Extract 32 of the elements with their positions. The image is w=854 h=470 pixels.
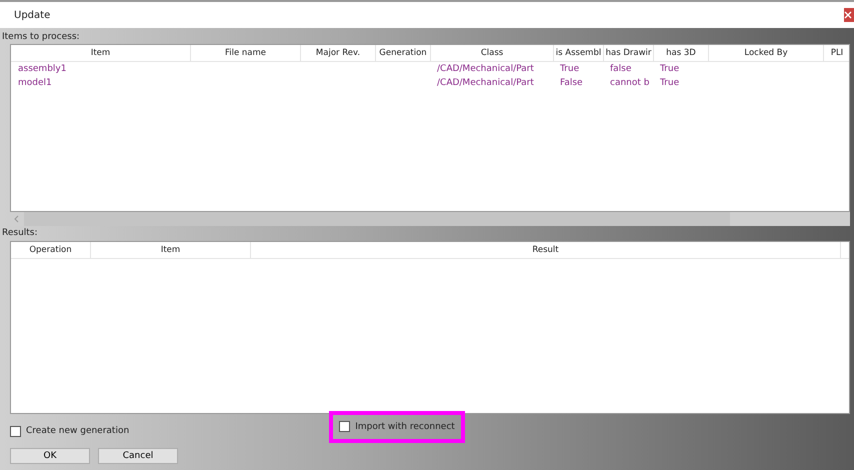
table-cell: False — [560, 78, 583, 88]
column-header[interactable]: is Assembl — [554, 45, 604, 61]
section-label: Items to process: — [2, 31, 80, 44]
column-header[interactable]: PLI — [824, 45, 849, 61]
table-cell: false — [610, 64, 632, 74]
dialog-button[interactable]: OK — [10, 448, 90, 464]
checkbox-option[interactable]: Create new generation — [10, 426, 130, 436]
table-cell: True — [660, 78, 680, 88]
table-cell: model1 — [18, 78, 52, 88]
highlighted-checkbox-option[interactable]: Import with reconnect — [329, 410, 465, 442]
table-cell: /CAD/Mechanical/Part — [437, 78, 534, 88]
scrollbar-thumb[interactable] — [24, 212, 730, 226]
column-header[interactable]: Class — [431, 45, 554, 61]
close-button[interactable] — [844, 8, 854, 22]
table-cell: /CAD/Mechanical/Part — [437, 64, 534, 74]
table-cell: cannot b — [610, 78, 650, 88]
column-header[interactable]: has 3D — [654, 45, 709, 61]
window-title: Update — [14, 10, 50, 20]
column-header[interactable]: has Drawir — [604, 45, 654, 61]
column-header[interactable]: File name — [191, 45, 301, 61]
table-cell: True — [560, 64, 580, 74]
table-cell: assembly1 — [18, 64, 66, 74]
column-header[interactable]: Item — [11, 45, 191, 61]
column-header[interactable]: Major Rev. — [301, 45, 376, 61]
column-header[interactable]: Operation — [11, 242, 91, 258]
column-header[interactable]: Result — [251, 242, 841, 258]
column-header[interactable]: Generation — [376, 45, 431, 61]
dialog-button[interactable]: Cancel — [98, 448, 178, 464]
section-label: Results: — [2, 227, 38, 240]
table-cell: True — [660, 64, 680, 74]
column-header[interactable]: Locked By — [709, 45, 824, 61]
column-header[interactable]: Item — [91, 242, 251, 258]
